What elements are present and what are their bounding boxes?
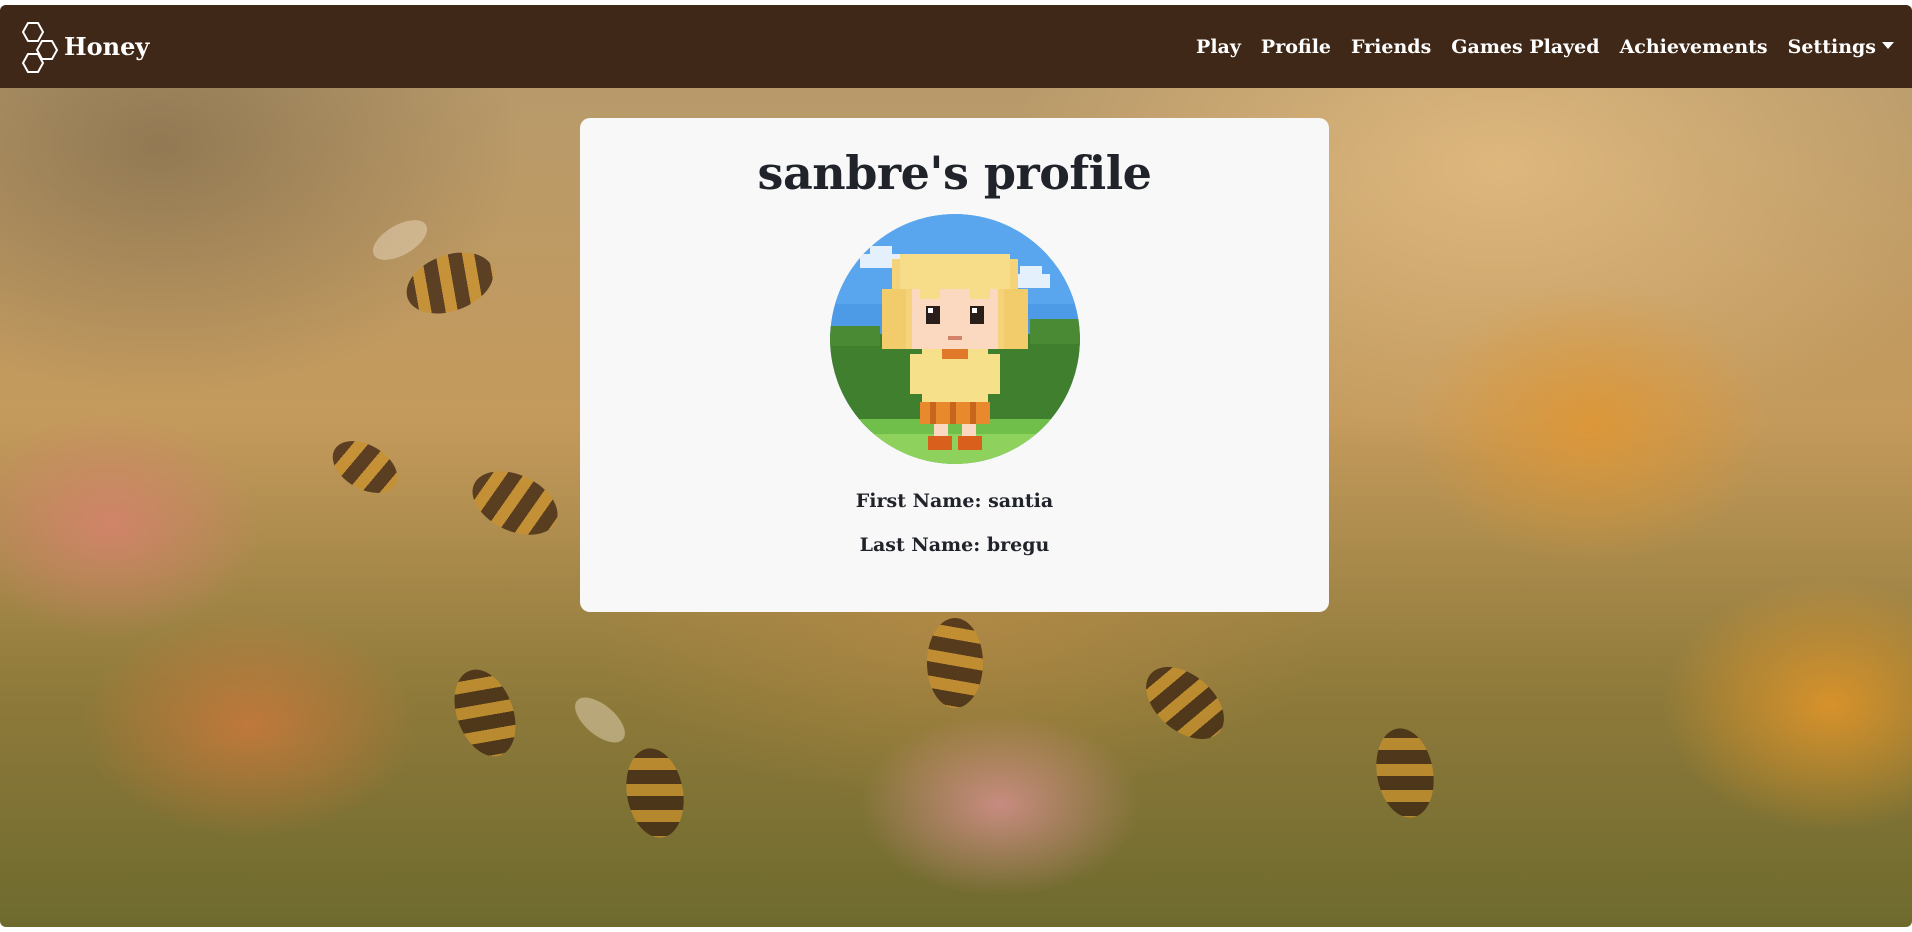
background-bee <box>1369 723 1441 823</box>
honeycomb-icon <box>21 21 59 73</box>
caret-down-icon <box>1882 41 1894 49</box>
first-name-field: First Name: santia <box>855 490 1054 512</box>
pixel-girl-avatar <box>829 214 1080 464</box>
profile-card: sanbre's profile First Name: santia Last… <box>580 118 1329 612</box>
background-bee-wing <box>567 689 633 751</box>
background-bee <box>927 618 983 708</box>
nav-profile[interactable]: Profile <box>1261 36 1331 58</box>
nav-play[interactable]: Play <box>1196 36 1241 58</box>
brand-name: Honey <box>64 32 150 61</box>
background-bee-wing <box>366 212 434 268</box>
background-bee <box>398 241 502 325</box>
settings-label: Settings <box>1787 35 1876 58</box>
background-bee <box>462 458 568 548</box>
background-bee <box>619 743 691 843</box>
nav-friends[interactable]: Friends <box>1351 36 1431 58</box>
nav-links: Play Profile Friends Games Played Achiev… <box>1196 36 1894 58</box>
background-bee <box>1132 652 1238 754</box>
background-bee <box>323 430 407 504</box>
brand[interactable]: Honey <box>14 20 149 74</box>
last-name-field: Last Name: bregu <box>859 534 1050 556</box>
nav-settings-dropdown[interactable]: Settings <box>1788 36 1894 58</box>
top-navbar: Honey Play Profile Friends Games Played … <box>0 5 1912 88</box>
page-title: sanbre's profile <box>757 146 1152 200</box>
page-bottom-edge <box>0 927 1912 932</box>
page-background: Honey Play Profile Friends Games Played … <box>0 5 1912 927</box>
nav-games-played[interactable]: Games Played <box>1451 36 1599 58</box>
background-bee <box>443 661 527 765</box>
nav-achievements[interactable]: Achievements <box>1620 36 1768 58</box>
